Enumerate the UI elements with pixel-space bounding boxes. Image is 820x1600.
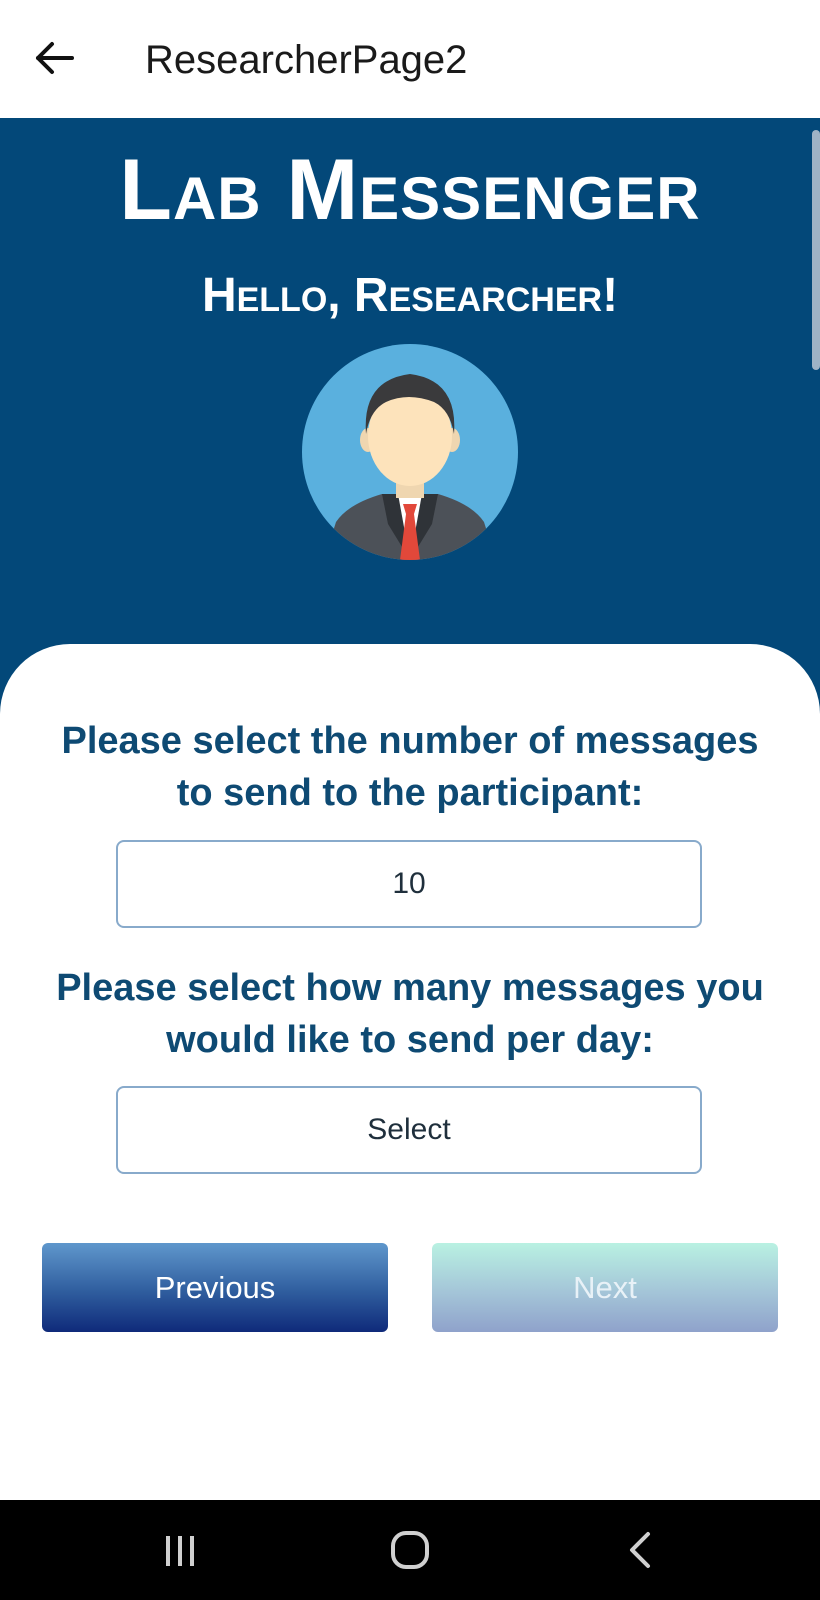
home-icon bbox=[391, 1531, 429, 1569]
system-nav-bar bbox=[0, 1500, 820, 1600]
back-chevron-icon bbox=[630, 1532, 650, 1568]
recents-icon bbox=[166, 1536, 194, 1566]
messages-per-day-label: Please select how many messages you woul… bbox=[56, 967, 764, 1061]
researcher-avatar-icon bbox=[302, 344, 518, 560]
messages-total-label: Please select the number of messages to … bbox=[61, 720, 759, 814]
arrow-left-icon bbox=[36, 42, 74, 74]
home-button[interactable] bbox=[388, 1528, 432, 1572]
system-back-button[interactable] bbox=[622, 1528, 658, 1572]
app-bar: ResearcherPage2 bbox=[0, 0, 820, 118]
app-title: Lab Messenger bbox=[119, 142, 701, 238]
back-button[interactable] bbox=[24, 28, 84, 88]
page-title: ResearcherPage2 bbox=[145, 38, 468, 82]
greeting-text: Hello, Researcher! bbox=[201, 269, 619, 322]
next-button[interactable]: Next bbox=[432, 1243, 778, 1332]
recents-button[interactable] bbox=[160, 1530, 200, 1570]
messages-per-day-select[interactable]: Select bbox=[116, 1086, 702, 1174]
messages-total-select[interactable]: 10 bbox=[116, 840, 702, 928]
previous-button[interactable]: Previous bbox=[42, 1243, 388, 1332]
